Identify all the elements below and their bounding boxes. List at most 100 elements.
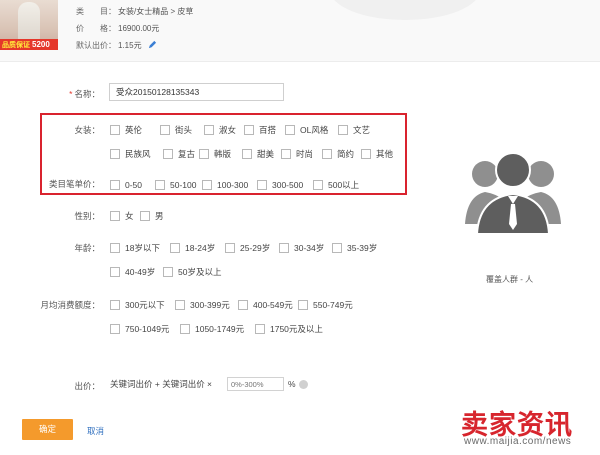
checkbox[interactable]	[255, 324, 265, 334]
name-input[interactable]	[109, 83, 284, 101]
pencil-icon[interactable]	[148, 40, 157, 49]
monthly-spend-label: 月均消费额度：	[40, 300, 100, 310]
style-option[interactable]: 其他	[361, 148, 393, 160]
checkbox[interactable]	[110, 267, 120, 277]
checkbox[interactable]	[238, 300, 248, 310]
monthly-spend-option[interactable]: 750-1049元	[110, 323, 169, 335]
checkbox[interactable]	[140, 211, 150, 221]
checkbox[interactable]	[285, 125, 295, 135]
option-label: 女	[125, 211, 134, 221]
category-price-option[interactable]: 0-50	[110, 179, 142, 191]
checkbox[interactable]	[244, 125, 254, 135]
age-option[interactable]: 40-49岁	[110, 266, 155, 278]
option-label: 其他	[376, 149, 394, 159]
style-option[interactable]: 时尚	[281, 148, 313, 160]
category-price-option[interactable]: 500以上	[313, 179, 359, 191]
age-option[interactable]: 30-34岁	[279, 242, 324, 254]
age-option[interactable]: 35-39岁	[332, 242, 377, 254]
age-option[interactable]: 18岁以下	[110, 242, 160, 254]
checkbox[interactable]	[281, 149, 291, 159]
checkbox[interactable]	[110, 243, 120, 253]
option-label: OL风格	[300, 125, 329, 135]
gender-option[interactable]: 女	[110, 210, 134, 222]
default-bid-label: 默认出价：	[76, 41, 116, 50]
checkbox[interactable]	[242, 149, 252, 159]
checkbox[interactable]	[160, 125, 170, 135]
checkbox[interactable]	[313, 180, 323, 190]
checkbox[interactable]	[204, 125, 214, 135]
confirm-button[interactable]: 确定	[22, 419, 73, 440]
option-label: 35-39岁	[347, 243, 378, 253]
cancel-link[interactable]: 取消	[87, 425, 104, 437]
checkbox[interactable]	[225, 243, 235, 253]
checkbox[interactable]	[170, 243, 180, 253]
gender-label: 性别：	[74, 211, 100, 221]
watermark-url: www.maijia.com/news	[464, 436, 572, 447]
checkbox[interactable]	[110, 300, 120, 310]
checkbox[interactable]	[163, 149, 173, 159]
style-option[interactable]: 民族风	[110, 148, 151, 160]
monthly-spend-option[interactable]: 300-399元	[175, 299, 230, 311]
checkbox[interactable]	[175, 300, 185, 310]
name-label: * 名称：	[69, 89, 100, 99]
style-option[interactable]: 文艺	[338, 124, 370, 136]
category-price-option[interactable]: 100-300	[202, 179, 248, 191]
checkbox[interactable]	[163, 267, 173, 277]
monthly-spend-option[interactable]: 300元以下	[110, 299, 165, 311]
checkbox[interactable]	[338, 125, 348, 135]
option-label: 300-500	[272, 180, 304, 190]
style-option[interactable]: 英伦	[110, 124, 142, 136]
checkbox[interactable]	[322, 149, 332, 159]
checkbox[interactable]	[332, 243, 342, 253]
option-label: 1050-1749元	[195, 324, 245, 334]
checkbox[interactable]	[298, 300, 308, 310]
style-option[interactable]: 百搭	[244, 124, 276, 136]
style-option[interactable]: OL风格	[285, 124, 328, 136]
help-icon[interactable]	[299, 380, 308, 389]
checkbox[interactable]	[110, 125, 120, 135]
monthly-spend-option[interactable]: 1050-1749元	[180, 323, 244, 335]
checkbox[interactable]	[155, 180, 165, 190]
option-label: 550-749元	[313, 300, 353, 310]
monthly-spend-option[interactable]: 1750元及以上	[255, 323, 323, 335]
checkbox[interactable]	[257, 180, 267, 190]
checkbox[interactable]	[361, 149, 371, 159]
checkbox[interactable]	[202, 180, 212, 190]
bid-percent-input[interactable]	[227, 377, 284, 391]
category-label: 类 目：	[76, 7, 116, 16]
checkbox[interactable]	[110, 324, 120, 334]
style-option[interactable]: 韩版	[199, 148, 231, 160]
monthly-spend-option[interactable]: 550-749元	[298, 299, 353, 311]
product-thumbnail: 品质保证 5200	[0, 0, 58, 50]
age-option[interactable]: 50岁及以上	[163, 266, 221, 278]
audience-avatar	[463, 140, 563, 240]
style-option[interactable]: 简约	[322, 148, 354, 160]
monthly-spend-option[interactable]: 400-549元	[238, 299, 293, 311]
gender-option[interactable]: 男	[140, 210, 164, 222]
option-label: 18岁以下	[125, 243, 160, 253]
style-option[interactable]: 甜美	[242, 148, 274, 160]
checkbox[interactable]	[199, 149, 209, 159]
checkbox[interactable]	[110, 149, 120, 159]
category-price-option[interactable]: 50-100	[155, 179, 196, 191]
bid-unit: %	[288, 379, 296, 389]
option-label: 750-1049元	[125, 324, 170, 334]
option-label: 街头	[175, 125, 193, 135]
checkbox[interactable]	[279, 243, 289, 253]
product-model-figure	[18, 2, 40, 42]
option-label: 男	[155, 211, 164, 221]
checkbox[interactable]	[110, 211, 120, 221]
style-option[interactable]: 淑女	[204, 124, 236, 136]
style-option[interactable]: 街头	[160, 124, 192, 136]
category-price-option[interactable]: 300-500	[257, 179, 303, 191]
option-label: 时尚	[296, 149, 314, 159]
option-label: 英伦	[125, 125, 143, 135]
checkbox[interactable]	[110, 180, 120, 190]
checkbox[interactable]	[180, 324, 190, 334]
style-option[interactable]: 复古	[163, 148, 195, 160]
age-option[interactable]: 18-24岁	[170, 242, 215, 254]
price-label: 价 格：	[76, 24, 116, 33]
age-option[interactable]: 25-29岁	[225, 242, 270, 254]
option-label: 1750元及以上	[270, 324, 323, 334]
option-label: 韩版	[214, 149, 232, 159]
